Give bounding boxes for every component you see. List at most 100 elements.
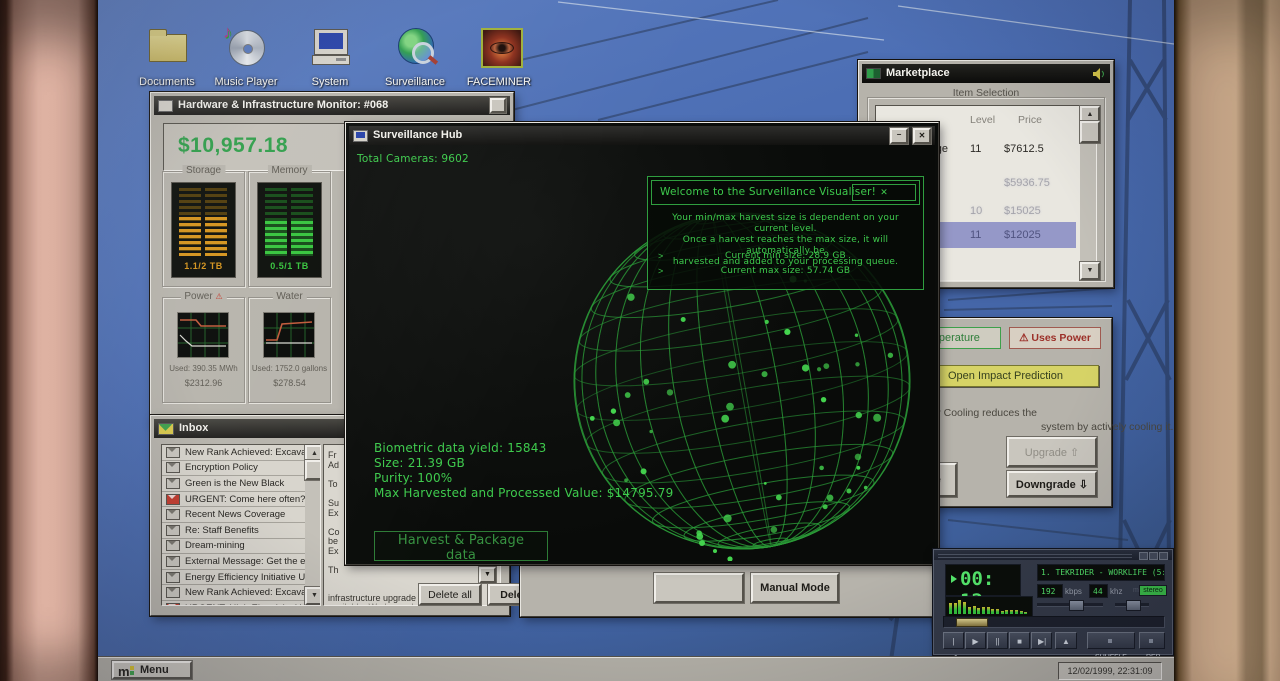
music-cd-icon: ♪ xyxy=(225,26,267,66)
downgrade-button[interactable]: Downgrade ⇩ xyxy=(1007,471,1097,497)
email-row[interactable]: Dream-mining xyxy=(162,539,305,555)
eject-button[interactable]: ▲ xyxy=(1055,632,1077,649)
warning-icon: ⚠ xyxy=(215,292,222,301)
email-row[interactable]: Recent News Coverage xyxy=(162,507,305,523)
previous-button[interactable]: |◀ xyxy=(943,632,964,649)
camera-dot xyxy=(667,389,673,395)
item-level: 11 xyxy=(970,143,981,155)
email-row[interactable]: URGENT: High Electricity Usage xyxy=(162,601,305,606)
balance-thumb[interactable] xyxy=(1126,600,1141,611)
window-title: Marketplace xyxy=(886,64,950,83)
desktop-icon-faceminer[interactable]: FACEMINER xyxy=(461,26,537,88)
close-icon[interactable] xyxy=(1159,552,1168,560)
icon-label: System xyxy=(292,76,368,88)
camera-dot xyxy=(681,317,686,322)
window-title: Surveillance Hub xyxy=(373,126,462,145)
play-button[interactable]: ▶ xyxy=(965,632,986,649)
stereo-indicator: stereo xyxy=(1139,585,1167,596)
camera-dot xyxy=(625,392,631,398)
taskbar: m Menu 12/02/1999, 22:31:09 xyxy=(98,657,1174,681)
mail-icon xyxy=(166,447,180,458)
stop-button[interactable]: ■ xyxy=(1009,632,1030,649)
seek-bar[interactable] xyxy=(943,616,1165,628)
mail-icon xyxy=(166,509,180,520)
camera-dot xyxy=(823,363,829,369)
seek-handle[interactable] xyxy=(956,618,988,627)
upgrade-button[interactable]: Upgrade ⇧ xyxy=(1007,437,1097,467)
email-row[interactable]: Energy Efficiency Initiative Upd... xyxy=(162,570,305,586)
dialog-close-button[interactable]: ✕ xyxy=(852,184,916,201)
item-price: $5936.75 xyxy=(1004,177,1050,189)
water-label: Water xyxy=(272,291,306,302)
email-row[interactable]: Encryption Policy xyxy=(162,461,305,477)
scroll-down-icon[interactable]: ▼ xyxy=(305,587,321,605)
email-row[interactable]: New Rank Achieved: Excavato... xyxy=(162,585,305,601)
column-header-level: Level xyxy=(970,114,995,126)
shuffle-button[interactable]: SHUFFLE xyxy=(1087,632,1135,649)
window-button[interactable] xyxy=(490,98,506,113)
volume-slider[interactable] xyxy=(1037,603,1103,606)
pause-button[interactable]: || xyxy=(987,632,1008,649)
email-subject: External Message: Get the edge... xyxy=(185,556,305,567)
player-titlebar[interactable] xyxy=(934,550,1172,560)
monitor-icon xyxy=(353,130,368,142)
minimize-button[interactable]: − xyxy=(890,128,908,144)
camera-dot xyxy=(855,362,859,366)
desktop-icon-system[interactable]: System xyxy=(292,26,368,88)
scroll-thumb[interactable] xyxy=(305,460,321,480)
email-row[interactable]: External Message: Get the edge... xyxy=(162,554,305,570)
balance-slider[interactable] xyxy=(1115,603,1149,606)
icon-label: Documents xyxy=(129,76,205,88)
surveillance-titlebar[interactable]: Surveillance Hub − ✕ xyxy=(349,126,935,145)
camera-dot xyxy=(762,371,768,377)
email-row[interactable]: Re: Staff Benefits xyxy=(162,523,305,539)
icon-label: Surveillance xyxy=(377,76,453,88)
repeat-button[interactable]: REP xyxy=(1139,632,1165,649)
taskbar-clock: 12/02/1999, 22:31:09 xyxy=(1058,662,1162,680)
email-row[interactable]: New Rank Achieved: Excavato... xyxy=(162,445,305,461)
camera-dot xyxy=(856,466,860,470)
email-row[interactable]: Green is the New Black xyxy=(162,476,305,492)
close-button[interactable]: ✕ xyxy=(913,128,931,144)
desktop-icon-surveillance[interactable]: Surveillance xyxy=(377,26,453,88)
uses-power-badge: ⚠ Uses Power xyxy=(1009,327,1101,349)
volume-thumb[interactable] xyxy=(1069,600,1084,611)
minimize-icon[interactable] xyxy=(1139,552,1148,560)
email-subject: Energy Efficiency Initiative Upd... xyxy=(185,572,305,583)
hardware-monitor-titlebar[interactable]: Hardware & Infrastructure Monitor: #068 xyxy=(154,96,510,115)
camera-dot xyxy=(727,556,732,561)
preview-fragment: Th xyxy=(328,565,488,575)
harvest-package-button[interactable]: Harvest & Package data xyxy=(374,531,548,561)
preview-scroll-down-icon[interactable]: ▼ xyxy=(479,567,496,583)
scroll-down-icon[interactable]: ▼ xyxy=(1080,262,1100,280)
camera-dot xyxy=(764,482,767,485)
listbox-scrollbar[interactable]: ▲ ▼ xyxy=(1080,106,1096,280)
scroll-thumb[interactable] xyxy=(1080,121,1100,143)
marketplace-titlebar[interactable]: Marketplace xyxy=(862,64,1110,83)
shade-icon[interactable] xyxy=(1149,552,1158,560)
track-display[interactable]: 1. TEKRIDER - WORKLIFE (5:46) xyxy=(1037,564,1165,581)
email-list-scrollbar[interactable]: ▲ ▼ xyxy=(305,445,320,605)
delete-all-button[interactable]: Delete all xyxy=(419,584,481,605)
speaker-icon[interactable] xyxy=(1092,68,1106,80)
crt-photo: Documents ♪ Music Player System Surveill… xyxy=(0,0,1280,681)
camera-dot xyxy=(823,504,828,509)
desktop-icon-music-player[interactable]: ♪ Music Player xyxy=(208,26,284,88)
water-usage-chart xyxy=(263,312,315,358)
desktop-icon-documents[interactable]: Documents xyxy=(129,26,205,88)
camera-dot xyxy=(696,533,703,540)
manual-mode-button[interactable]: Manual Mode xyxy=(751,573,839,603)
camera-dot xyxy=(724,514,732,522)
samplerate-display: 44 xyxy=(1089,584,1108,598)
mail-icon xyxy=(166,462,180,473)
stat-purity: Purity: 100% xyxy=(374,471,673,486)
email-row[interactable]: URGENT: Come here often? xyxy=(162,492,305,508)
next-button[interactable]: ▶| xyxy=(1031,632,1052,649)
cooling-info-line: system by actively cooling it. xyxy=(1041,421,1173,433)
email-subject: Encryption Policy xyxy=(185,462,258,473)
menu-button[interactable]: m Menu xyxy=(112,661,192,679)
email-subject: Re: Staff Benefits xyxy=(185,525,259,536)
bitrate-unit: kbps xyxy=(1065,587,1082,596)
mail-icon xyxy=(166,494,180,505)
disabled-mode-button[interactable] xyxy=(654,573,744,603)
